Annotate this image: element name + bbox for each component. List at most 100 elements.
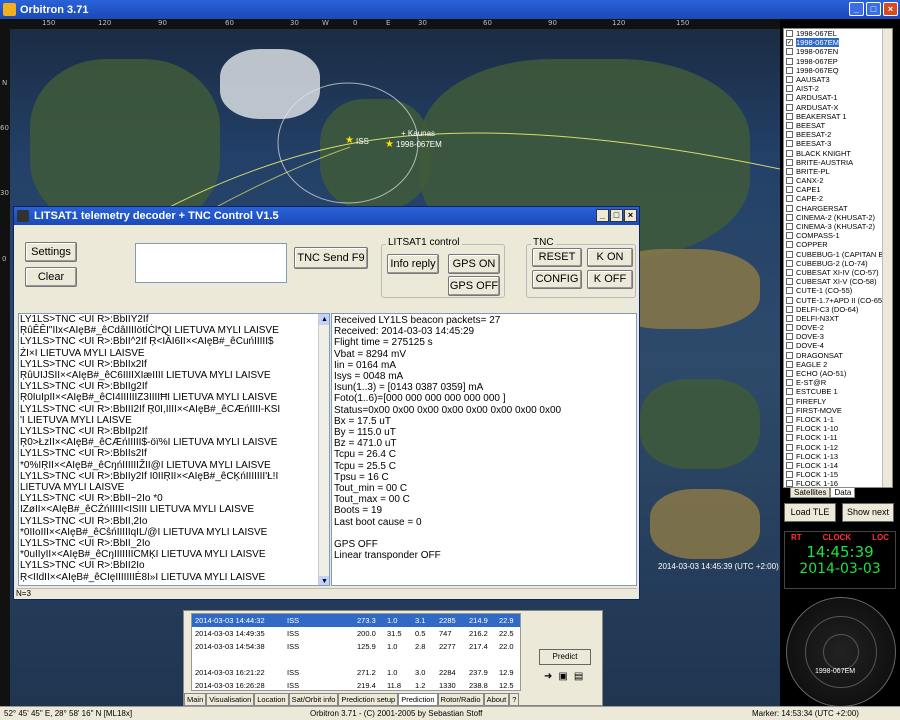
dialog-minimize-button[interactable]: _ [596,209,609,222]
satellite-list-item[interactable]: AAUSAT3 [784,75,892,84]
satellite-checkbox[interactable] [786,324,793,332]
satellite-checkbox[interactable] [786,66,793,74]
satellite-checkbox[interactable] [786,204,793,212]
satellite-list-item[interactable]: BEESAT-3 [784,139,892,148]
satellite-checkbox[interactable] [786,342,793,350]
dialog-maximize-button[interactable]: □ [610,209,623,222]
prediction-tab[interactable]: Location [254,693,289,706]
satellite-checkbox[interactable] [786,360,793,368]
satellite-list-item[interactable]: ESTCUBE 1 [784,387,892,396]
prediction-row[interactable] [192,653,520,666]
maximize-button[interactable]: □ [866,2,881,16]
satellite-list-item[interactable]: CINEMA-2 (KHUSAT-2) [784,213,892,222]
prediction-row[interactable]: 2014-03-03 14:49:35 ISS 200.0 31.5 0.5 747 216… [192,627,520,640]
satellite-checkbox[interactable] [786,296,793,304]
satellite-checkbox[interactable] [786,443,793,451]
tab-data[interactable]: Data [830,487,856,498]
satellite-checkbox[interactable] [786,278,793,286]
satellite-list-item[interactable]: ARDUSAT-1 [784,93,892,102]
tab-satellites[interactable]: Satellites [790,487,831,498]
prediction-table[interactable]: 2014-03-03 14:44:32 ISS 273.3 1.0 3.1 2285 214… [191,613,521,691]
tnc-command-input[interactable] [135,243,287,283]
satellite-checkbox[interactable]: ✓ [786,39,793,47]
satellite-list-item[interactable]: DELFI-N3XT [784,314,892,323]
satellite-list-item[interactable]: CANX-2 [784,176,892,185]
gps-off-button[interactable]: GPS OFF [448,276,500,296]
prediction-tab[interactable]: ? [509,693,520,706]
satellite-list-item[interactable]: BLACK KNIGHT [784,148,892,158]
satellite-checkbox[interactable] [786,471,793,479]
satellite-checkbox[interactable] [786,379,793,387]
satellite-list-item[interactable]: FLOCK 1-12 [784,442,892,452]
satellite-checkbox[interactable] [786,30,793,38]
close-button[interactable]: × [883,2,898,16]
satellite-list-item[interactable]: COMPASS-1 [784,231,892,240]
satellite-list-item[interactable]: BEESAT [784,121,892,130]
prediction-tab[interactable]: Visualisation [206,693,255,706]
satellite-list-item[interactable]: CUTE-1 (CO-55) [784,286,892,295]
satellite-list-item[interactable]: CUTE-1.7+APD II (CO-65) [784,295,892,305]
satellite-list-item[interactable]: CUBESAT XI-V (CO-58) [784,277,892,286]
satellite-checkbox[interactable] [786,186,793,194]
prediction-tab[interactable]: Main [184,693,207,706]
show-next-button[interactable]: Show next [842,503,894,522]
satellite-checkbox[interactable] [786,268,793,276]
arrow-right-icon[interactable]: ➜ [544,671,552,682]
satellite-checkbox[interactable] [786,85,793,93]
satellite-list-item[interactable]: CAPE1 [784,185,892,194]
loc-label[interactable]: LOC [872,533,889,542]
satellite-checkbox[interactable] [786,140,793,148]
satellite-list-item[interactable]: BRITE-AUSTRIA [784,158,892,167]
satellite-checkbox[interactable] [786,223,793,231]
satellite-list-scrollbar[interactable] [882,29,892,487]
save-icon[interactable]: ▣ [558,671,567,682]
satellite-list-item[interactable]: DOVE-2 [784,323,892,332]
satellite-list-item[interactable]: CUBEBUG-2 (LO-74) [784,259,892,268]
prediction-row[interactable]: 2014-03-03 16:21:22 ISS 271.2 1.0 3.0 2284 237… [192,666,520,679]
satellite-list-item[interactable]: CHARGERSAT [784,204,892,213]
packet-log[interactable]: LY1LS>TNC <UI R>:BbIIY2If ŖûÊÊI"IIx<AIęB#… [18,313,330,586]
satellite-checkbox[interactable] [786,57,793,65]
satellite-list-item[interactable]: FLOCK 1-14 [784,461,892,470]
satellite-list-item[interactable]: CINEMA-3 (KHUSAT-2) [784,222,892,231]
satellite-list-item[interactable]: FLOCK 1-11 [784,433,892,442]
satellite-checkbox[interactable] [786,112,793,120]
tnc-send-button[interactable]: TNC Send F9 [294,247,368,269]
prediction-row[interactable]: 2014-03-03 14:54:38 ISS 125.9 1.0 2.8 2277 217… [192,640,520,653]
satellite-checkbox[interactable] [786,333,793,341]
satellite-list-item[interactable]: 1998-067EL [784,29,892,38]
satellite-checkbox[interactable] [786,177,793,185]
config-button[interactable]: CONFIG [532,270,582,289]
satellite-checkbox[interactable] [786,452,793,460]
satellite-list-item[interactable]: FLOCK 1-15 [784,470,892,479]
dialog-close-button[interactable]: × [624,209,637,222]
satellite-checkbox[interactable] [786,131,793,139]
info-reply-button[interactable]: Info reply [387,254,439,274]
satellite-checkbox[interactable] [786,388,793,396]
satellite-checkbox[interactable] [786,305,793,313]
satellite-marker-icon[interactable]: ★ [385,139,394,150]
satellite-checkbox[interactable] [786,149,793,157]
scroll-track[interactable] [319,325,329,576]
clear-button[interactable]: Clear [25,267,77,287]
satellite-checkbox[interactable] [786,103,793,111]
satellite-checkbox[interactable] [786,158,793,166]
satellite-list-item[interactable]: EAGLE 2 [784,360,892,369]
satellite-checkbox[interactable] [786,76,793,84]
satellite-checkbox[interactable] [786,48,793,56]
satellite-list-item[interactable]: FIREFLY [784,397,892,406]
satellite-list-item[interactable]: DOVE-4 [784,341,892,350]
satellite-checkbox[interactable] [786,397,793,405]
satellite-checkbox[interactable] [786,351,793,359]
satellite-list-item[interactable]: DRAGONSAT [784,351,892,360]
prediction-tab[interactable]: Rotor/Radio [437,693,484,706]
satellite-list-item[interactable]: CUBESAT XI-IV (CO-57) [784,268,892,277]
predict-button[interactable]: Predict [539,649,591,665]
iss-marker-icon[interactable]: ★ [345,135,354,146]
prediction-tab[interactable]: Prediction setup [338,693,399,706]
satellite-list-item[interactable]: BEESAT-2 [784,130,892,139]
log-scrollbar[interactable]: ▲ ▼ [318,314,329,585]
satellite-list-item[interactable]: BEAKERSAT 1 [784,112,892,121]
k-on-button[interactable]: K ON [587,248,633,267]
satellite-list-item[interactable]: E-ST@R [784,378,892,387]
